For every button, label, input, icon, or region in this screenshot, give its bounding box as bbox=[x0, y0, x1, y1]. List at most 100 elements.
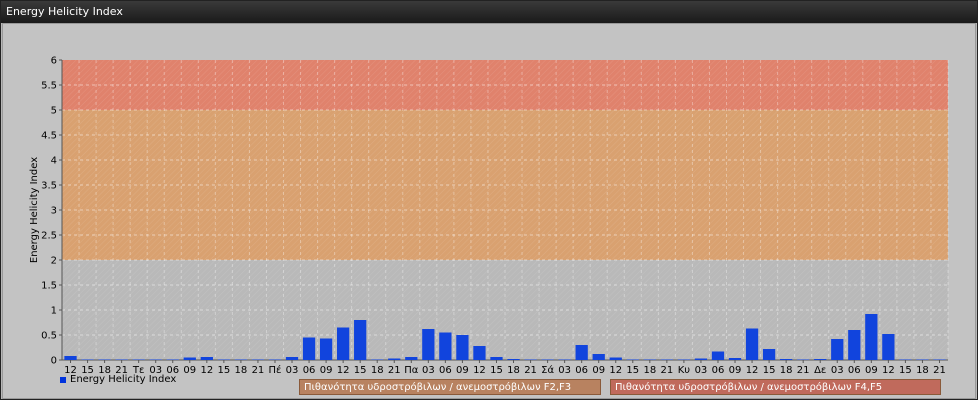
bar bbox=[149, 359, 162, 360]
x-tick-label: Σά bbox=[541, 364, 554, 376]
bar bbox=[575, 345, 588, 360]
x-tick-label: 12 bbox=[609, 365, 622, 376]
x-tick-label: 09 bbox=[320, 365, 333, 376]
x-tick-label: 15 bbox=[217, 365, 230, 376]
x-tick-label: 18 bbox=[371, 365, 384, 376]
bar bbox=[933, 359, 946, 360]
x-tick-label: 06 bbox=[303, 365, 316, 376]
x-tick-label: 21 bbox=[252, 365, 265, 376]
legend-label: Energy Helicity Index bbox=[70, 374, 177, 385]
bar bbox=[626, 359, 639, 360]
bar bbox=[745, 328, 759, 360]
x-tick-label: 09 bbox=[729, 365, 742, 376]
x-tick-label: Δε bbox=[814, 365, 826, 376]
legend-swatch bbox=[60, 376, 66, 383]
y-tick-label: 2.5 bbox=[41, 231, 57, 242]
x-tick-label: 03 bbox=[695, 365, 708, 376]
bar bbox=[422, 329, 435, 360]
bar bbox=[405, 357, 418, 360]
x-tick-label: 12 bbox=[200, 365, 213, 376]
bar bbox=[694, 358, 708, 360]
bar bbox=[490, 357, 503, 360]
x-tick-label: 21 bbox=[933, 365, 946, 376]
energy-helicity-chart: 00.511.522.533.544.555.56 12 15 18 21 Τε 03 06… bbox=[29, 56, 949, 376]
x-tick-label: Πέ bbox=[269, 364, 282, 376]
bar bbox=[558, 359, 571, 360]
bar bbox=[762, 349, 776, 360]
x-tick-label: 06 bbox=[575, 365, 588, 376]
x-tick-label: 09 bbox=[183, 365, 196, 376]
legend: Energy Helicity Index bbox=[60, 374, 176, 385]
bar bbox=[337, 327, 350, 360]
bar bbox=[217, 359, 230, 360]
y-tick-label: 0 bbox=[51, 356, 57, 367]
x-tick-label: 06 bbox=[848, 365, 861, 376]
x-tick-label: 12 bbox=[337, 365, 350, 376]
y-tick-label: 5 bbox=[51, 106, 57, 117]
bar bbox=[592, 354, 605, 360]
band-label-f4-f5: Πιθανότητα υδροστρόβιλων / ανεμοστρόβιλω… bbox=[610, 379, 941, 395]
bar bbox=[916, 359, 929, 360]
band-label-f2-f3-text: Πιθανότητα υδροστρόβιλων / ανεμοστρόβιλω… bbox=[304, 382, 572, 393]
x-tick-label: 12 bbox=[473, 365, 486, 376]
bar bbox=[609, 357, 622, 360]
bar bbox=[371, 359, 384, 360]
bar bbox=[268, 359, 282, 360]
bar bbox=[831, 339, 844, 360]
y-tick-label: 3.5 bbox=[41, 181, 57, 192]
x-tick-label: 21 bbox=[660, 365, 673, 376]
bar bbox=[115, 359, 128, 360]
bar bbox=[319, 338, 333, 360]
y-tick-label: 6 bbox=[51, 56, 57, 67]
x-tick-label: 15 bbox=[763, 365, 776, 376]
x-tick-label: Κυ bbox=[678, 365, 691, 376]
bar bbox=[302, 337, 316, 360]
x-tick-label: 18 bbox=[643, 365, 656, 376]
bar bbox=[81, 359, 94, 360]
y-tick-label: 4 bbox=[51, 156, 57, 167]
bar bbox=[473, 346, 486, 360]
y-tick-label: 1 bbox=[51, 306, 57, 317]
bar bbox=[456, 335, 469, 360]
bar bbox=[899, 359, 912, 360]
x-tick-label: 18 bbox=[507, 365, 520, 376]
bar bbox=[865, 314, 878, 360]
x-tick-label: 06 bbox=[439, 365, 452, 376]
y-tick-label: 1.5 bbox=[41, 281, 57, 292]
bar bbox=[848, 330, 861, 360]
x-tick-label: 18 bbox=[235, 365, 248, 376]
x-tick-label: 09 bbox=[865, 365, 878, 376]
x-tick-label: 03 bbox=[831, 365, 844, 376]
bar bbox=[183, 357, 196, 360]
x-tick-label: 21 bbox=[388, 365, 401, 376]
x-tick-label: 18 bbox=[916, 365, 929, 376]
y-tick-label: 3 bbox=[51, 206, 57, 217]
x-tick-label: 06 bbox=[712, 365, 725, 376]
bar bbox=[780, 359, 793, 360]
bar bbox=[234, 359, 248, 360]
y-tick-label: 4.5 bbox=[41, 131, 57, 142]
bar bbox=[814, 359, 827, 360]
bar bbox=[251, 359, 265, 360]
x-tick-label: Πα bbox=[404, 365, 419, 376]
y-axis-label: Energy Helicity Index bbox=[29, 157, 40, 263]
bar bbox=[354, 320, 367, 360]
bar bbox=[797, 359, 810, 360]
x-tick-label: 15 bbox=[899, 365, 912, 376]
y-tick-label: 5.5 bbox=[41, 81, 57, 92]
x-tick-label: 21 bbox=[524, 365, 537, 376]
bar bbox=[439, 332, 452, 360]
bar bbox=[728, 358, 742, 360]
x-tick-label: 15 bbox=[490, 365, 503, 376]
bar bbox=[882, 334, 895, 360]
bar bbox=[132, 359, 145, 360]
band-label-f4-f5-text: Πιθανότητα υδροστρόβιλων / ανεμοστρόβιλω… bbox=[615, 382, 883, 393]
bar bbox=[64, 356, 77, 360]
y-tick-label: 2 bbox=[51, 256, 57, 267]
bar bbox=[166, 359, 179, 360]
bar bbox=[660, 359, 673, 360]
bar bbox=[677, 359, 691, 360]
y-tick-label: 0.5 bbox=[41, 331, 57, 342]
x-tick-label: 03 bbox=[286, 365, 299, 376]
band-label-f2-f3: Πιθανότητα υδροστρόβιλων / ανεμοστρόβιλω… bbox=[299, 379, 601, 395]
